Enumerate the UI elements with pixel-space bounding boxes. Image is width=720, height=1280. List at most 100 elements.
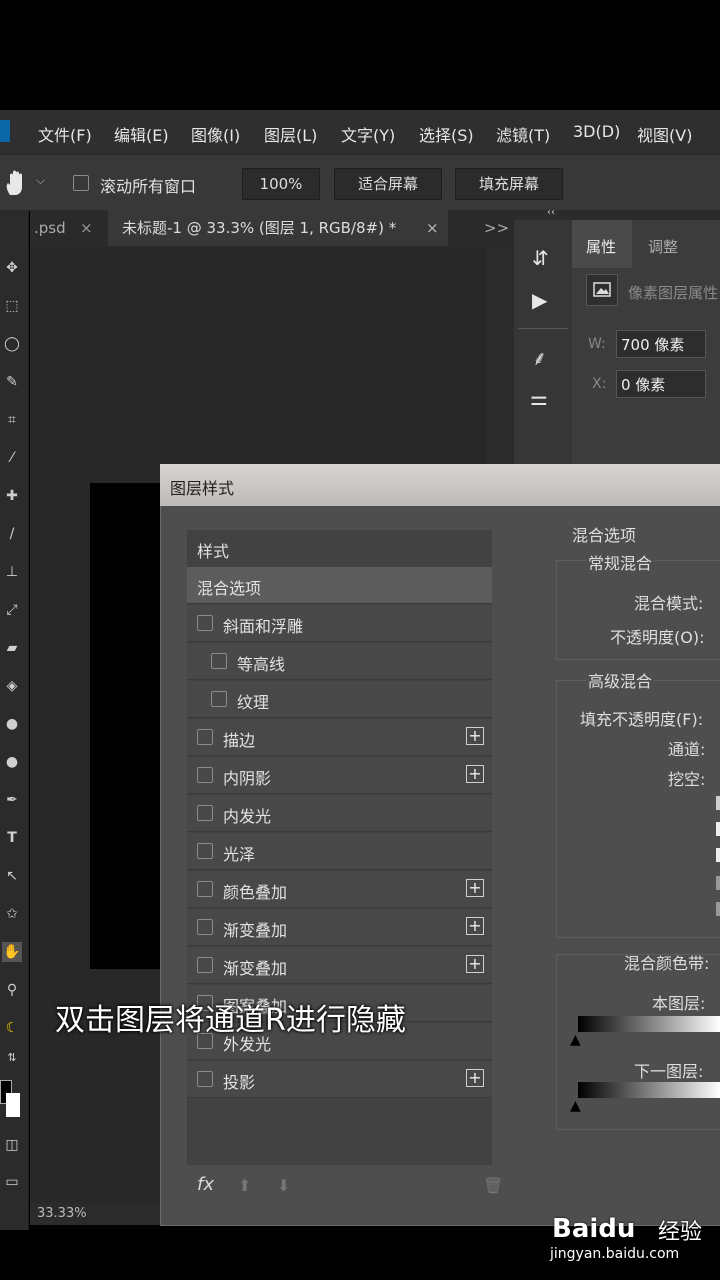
lasso-tool-icon[interactable]: ◯	[2, 334, 22, 354]
menu-type[interactable]: 文字(Y)	[341, 122, 395, 146]
style-row[interactable]: 渐变叠加 +	[187, 909, 492, 946]
scroll-all-checkbox[interactable]	[73, 175, 89, 191]
style-checkbox[interactable]	[197, 615, 213, 631]
healing-brush-icon[interactable]: ✚	[2, 486, 22, 506]
move-up-icon[interactable]: ⬆	[238, 1176, 251, 1195]
style-row[interactable]: 渐变叠加 +	[187, 947, 492, 984]
fit-screen-button[interactable]: 适合屏幕	[334, 168, 442, 200]
menu-filter[interactable]: 滤镜(T)	[496, 122, 550, 146]
style-checkbox[interactable]	[211, 653, 227, 669]
add-effect-icon[interactable]: +	[466, 1069, 484, 1087]
play-actions-icon[interactable]: ▶	[532, 288, 547, 312]
brush-settings-icon[interactable]: ⸙	[532, 344, 547, 371]
document-canvas[interactable]	[90, 483, 162, 969]
style-row[interactable]: 描边 +	[187, 719, 492, 756]
shape-tool-icon[interactable]: ✩	[2, 904, 22, 924]
add-effect-icon[interactable]: +	[466, 955, 484, 973]
options-bar: ⌵ 滚动所有窗口 100% 适合屏幕 填充屏幕	[0, 154, 720, 211]
style-row[interactable]: 投影 +	[187, 1061, 492, 1098]
type-tool-icon[interactable]: T	[2, 828, 22, 848]
quick-select-icon[interactable]: ✎	[2, 372, 22, 392]
eraser-tool-icon[interactable]: ▰	[2, 638, 22, 658]
zoom-100-button[interactable]: 100%	[242, 168, 320, 200]
collapse-panel-icon[interactable]: ‹‹	[547, 207, 555, 218]
style-row[interactable]: 内发光	[187, 795, 492, 832]
menu-layer[interactable]: 图层(L)	[264, 122, 317, 146]
screen-mode-icon[interactable]: ▭	[2, 1172, 22, 1192]
pen-tool-icon[interactable]: ✒	[2, 790, 22, 810]
style-row[interactable]: 内阴影 +	[187, 757, 492, 794]
style-row[interactable]: 等高线	[187, 643, 492, 680]
style-row[interactable]: 斜面和浮雕	[187, 605, 492, 642]
eyedropper-icon[interactable]: ⁄	[2, 448, 22, 468]
style-row[interactable]: 光泽	[187, 833, 492, 870]
history-brush-icon[interactable]: ⤢	[2, 600, 22, 620]
add-effect-icon[interactable]: +	[466, 765, 484, 783]
menu-edit[interactable]: 编辑(E)	[114, 122, 169, 146]
zoom-tool-icon[interactable]: ⚲	[2, 980, 22, 1000]
quick-mask-icon[interactable]: ◫	[2, 1135, 22, 1155]
slider-handle-icon[interactable]: ▲	[570, 1032, 581, 1048]
chevron-down-icon[interactable]: ⌵	[36, 173, 45, 188]
style-checkbox[interactable]	[197, 729, 213, 745]
fill-screen-button[interactable]: 填充屏幕	[455, 168, 563, 200]
underlying-layer-gradient-slider[interactable]	[578, 1082, 720, 1098]
style-checkbox[interactable]	[197, 957, 213, 973]
path-select-icon[interactable]: ↖	[2, 866, 22, 886]
style-row[interactable]: 纹理	[187, 681, 492, 718]
style-checkbox[interactable]	[197, 919, 213, 935]
hand-tool-icon[interactable]: ✋	[2, 942, 22, 962]
close-icon[interactable]: ×	[80, 210, 93, 246]
marquee-tool-icon[interactable]: ⬚	[2, 296, 22, 316]
properties-panel: 属性 调整 像素图层属性 W: 700 像素 X: 0 像素	[572, 220, 720, 465]
crop-tool-icon[interactable]: ⌗	[2, 410, 22, 430]
style-checkbox[interactable]	[197, 1071, 213, 1087]
tab-previous-doc[interactable]: .psd	[34, 210, 66, 246]
menu-file[interactable]: 文件(F)	[38, 122, 92, 146]
adjustments-sliders-icon[interactable]: ⚌	[530, 386, 548, 410]
close-icon[interactable]: ×	[426, 210, 439, 246]
tabs-overflow-icon[interactable]: >>	[484, 210, 509, 246]
move-down-icon[interactable]: ⬇	[277, 1176, 290, 1195]
checkbox-partial[interactable]	[716, 876, 720, 890]
menu-image[interactable]: 图像(I)	[191, 122, 240, 146]
trash-icon[interactable]: 🗑	[483, 1176, 503, 1195]
slider-handle-icon[interactable]: ▲	[570, 1098, 581, 1114]
checkbox-partial[interactable]	[716, 822, 720, 836]
style-checkbox[interactable]	[197, 805, 213, 821]
swap-colors-icon[interactable]: ⇅	[2, 1048, 22, 1068]
style-checkbox[interactable]	[197, 881, 213, 897]
style-checkbox[interactable]	[197, 843, 213, 859]
style-row[interactable]: 颜色叠加 +	[187, 871, 492, 908]
add-effect-icon[interactable]: +	[466, 879, 484, 897]
menu-select[interactable]: 选择(S)	[419, 122, 474, 146]
width-field[interactable]: 700 像素	[616, 330, 706, 358]
style-checkbox[interactable]	[211, 691, 227, 707]
fx-button[interactable]: fx	[197, 1174, 214, 1195]
tab-adjustments[interactable]: 调整	[648, 236, 678, 257]
stamp-tool-icon[interactable]: ⊥	[2, 562, 22, 582]
style-row[interactable]: 混合选项	[187, 567, 492, 604]
blur-tool-icon[interactable]: ●	[2, 714, 22, 734]
this-layer-gradient-slider[interactable]	[578, 1016, 720, 1032]
hand-tool-icon[interactable]	[4, 169, 30, 197]
checkbox-partial[interactable]	[716, 902, 720, 916]
styles-header[interactable]: 样式	[197, 538, 229, 562]
history-icon[interactable]: ⇵	[532, 246, 549, 270]
checkbox-partial[interactable]	[716, 796, 720, 810]
add-effect-icon[interactable]: +	[466, 917, 484, 935]
gradient-tool-icon[interactable]: ◈	[2, 676, 22, 696]
style-checkbox[interactable]	[197, 767, 213, 783]
move-tool-icon[interactable]: ✥	[2, 258, 22, 278]
brush-tool-icon[interactable]: /	[2, 524, 22, 544]
background-color-swatch[interactable]	[6, 1093, 20, 1117]
add-effect-icon[interactable]: +	[466, 727, 484, 745]
menu-3d[interactable]: 3D(D)	[573, 122, 620, 141]
dialog-title-bar[interactable]: 图层样式	[160, 464, 720, 506]
x-field[interactable]: 0 像素	[616, 370, 706, 398]
menu-view[interactable]: 视图(V)	[637, 122, 692, 146]
tab-active[interactable]: 未标题-1 @ 33.3% (图层 1, RGB/8#) * ×	[108, 210, 448, 246]
dodge-tool-icon[interactable]: ●	[2, 752, 22, 772]
checkbox-partial[interactable]	[716, 848, 720, 862]
tab-properties[interactable]: 属性	[572, 220, 632, 268]
